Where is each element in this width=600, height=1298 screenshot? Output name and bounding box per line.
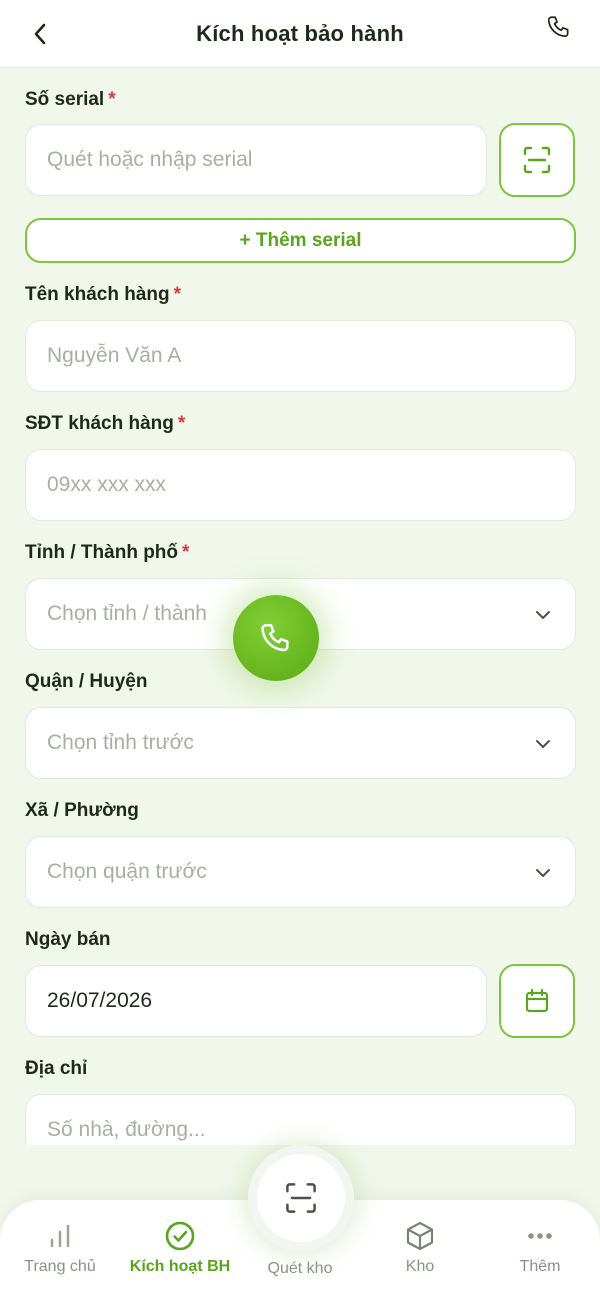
required-mark: *	[182, 542, 190, 563]
call-button[interactable]	[544, 12, 574, 42]
nav-item-more[interactable]: Thêm	[480, 1200, 600, 1298]
box-icon	[406, 1221, 434, 1251]
serial-input[interactable]: Quét hoặc nhập serial	[25, 124, 487, 196]
chevron-down-icon	[536, 869, 550, 877]
chevron-down-icon	[536, 740, 550, 748]
sale-date-input[interactable]: 26/07/2026	[25, 965, 487, 1037]
district-select[interactable]: Chọn tỉnh trước	[25, 707, 576, 779]
customer-phone-input[interactable]: 09xx xxx xxx	[25, 449, 576, 521]
more-icon	[528, 1233, 552, 1239]
scan-icon	[523, 146, 551, 174]
address-label: Địa chỉ	[25, 1058, 88, 1079]
required-mark: *	[177, 413, 186, 434]
required-mark: *	[173, 284, 182, 305]
phone-icon	[547, 16, 569, 38]
scan-icon	[286, 1183, 316, 1213]
add-serial-button[interactable]: + Thêm serial	[25, 218, 576, 263]
sale-date-label: Ngày bán	[25, 929, 111, 950]
nav-item-warehouse[interactable]: Kho	[360, 1200, 480, 1298]
calendar-icon	[525, 988, 549, 1013]
app-header: Kích hoạt bảo hành	[0, 0, 600, 68]
scan-fab-button[interactable]	[248, 1145, 354, 1251]
serial-label: Số serial *	[25, 89, 116, 110]
chevron-left-icon	[34, 23, 46, 45]
check-circle-icon	[165, 1221, 195, 1251]
ward-label: Xã / Phường	[25, 800, 139, 821]
bar-chart-icon	[50, 1224, 70, 1248]
scan-serial-button[interactable]	[499, 123, 575, 197]
province-label: Tỉnh / Thành phố *	[25, 542, 190, 563]
date-picker-button[interactable]	[499, 964, 575, 1038]
district-label: Quận / Huyện	[25, 671, 148, 692]
back-button[interactable]	[26, 18, 54, 50]
page-title: Kích hoạt bảo hành	[196, 20, 404, 46]
customer-phone-label: SĐT khách hàng *	[25, 413, 186, 434]
required-mark: *	[108, 89, 116, 110]
phone-icon	[261, 623, 289, 652]
customer-name-input[interactable]: Nguyễn Văn A	[25, 320, 576, 392]
nav-item-home[interactable]: Trang chủ	[0, 1200, 120, 1298]
floating-call-button[interactable]	[233, 595, 319, 681]
nav-item-warranty-activation[interactable]: Kích hoạt BH	[120, 1200, 240, 1298]
chevron-down-icon	[536, 611, 550, 619]
customer-name-label: Tên khách hàng *	[25, 284, 182, 305]
ward-select[interactable]: Chọn quận trước	[25, 836, 576, 908]
